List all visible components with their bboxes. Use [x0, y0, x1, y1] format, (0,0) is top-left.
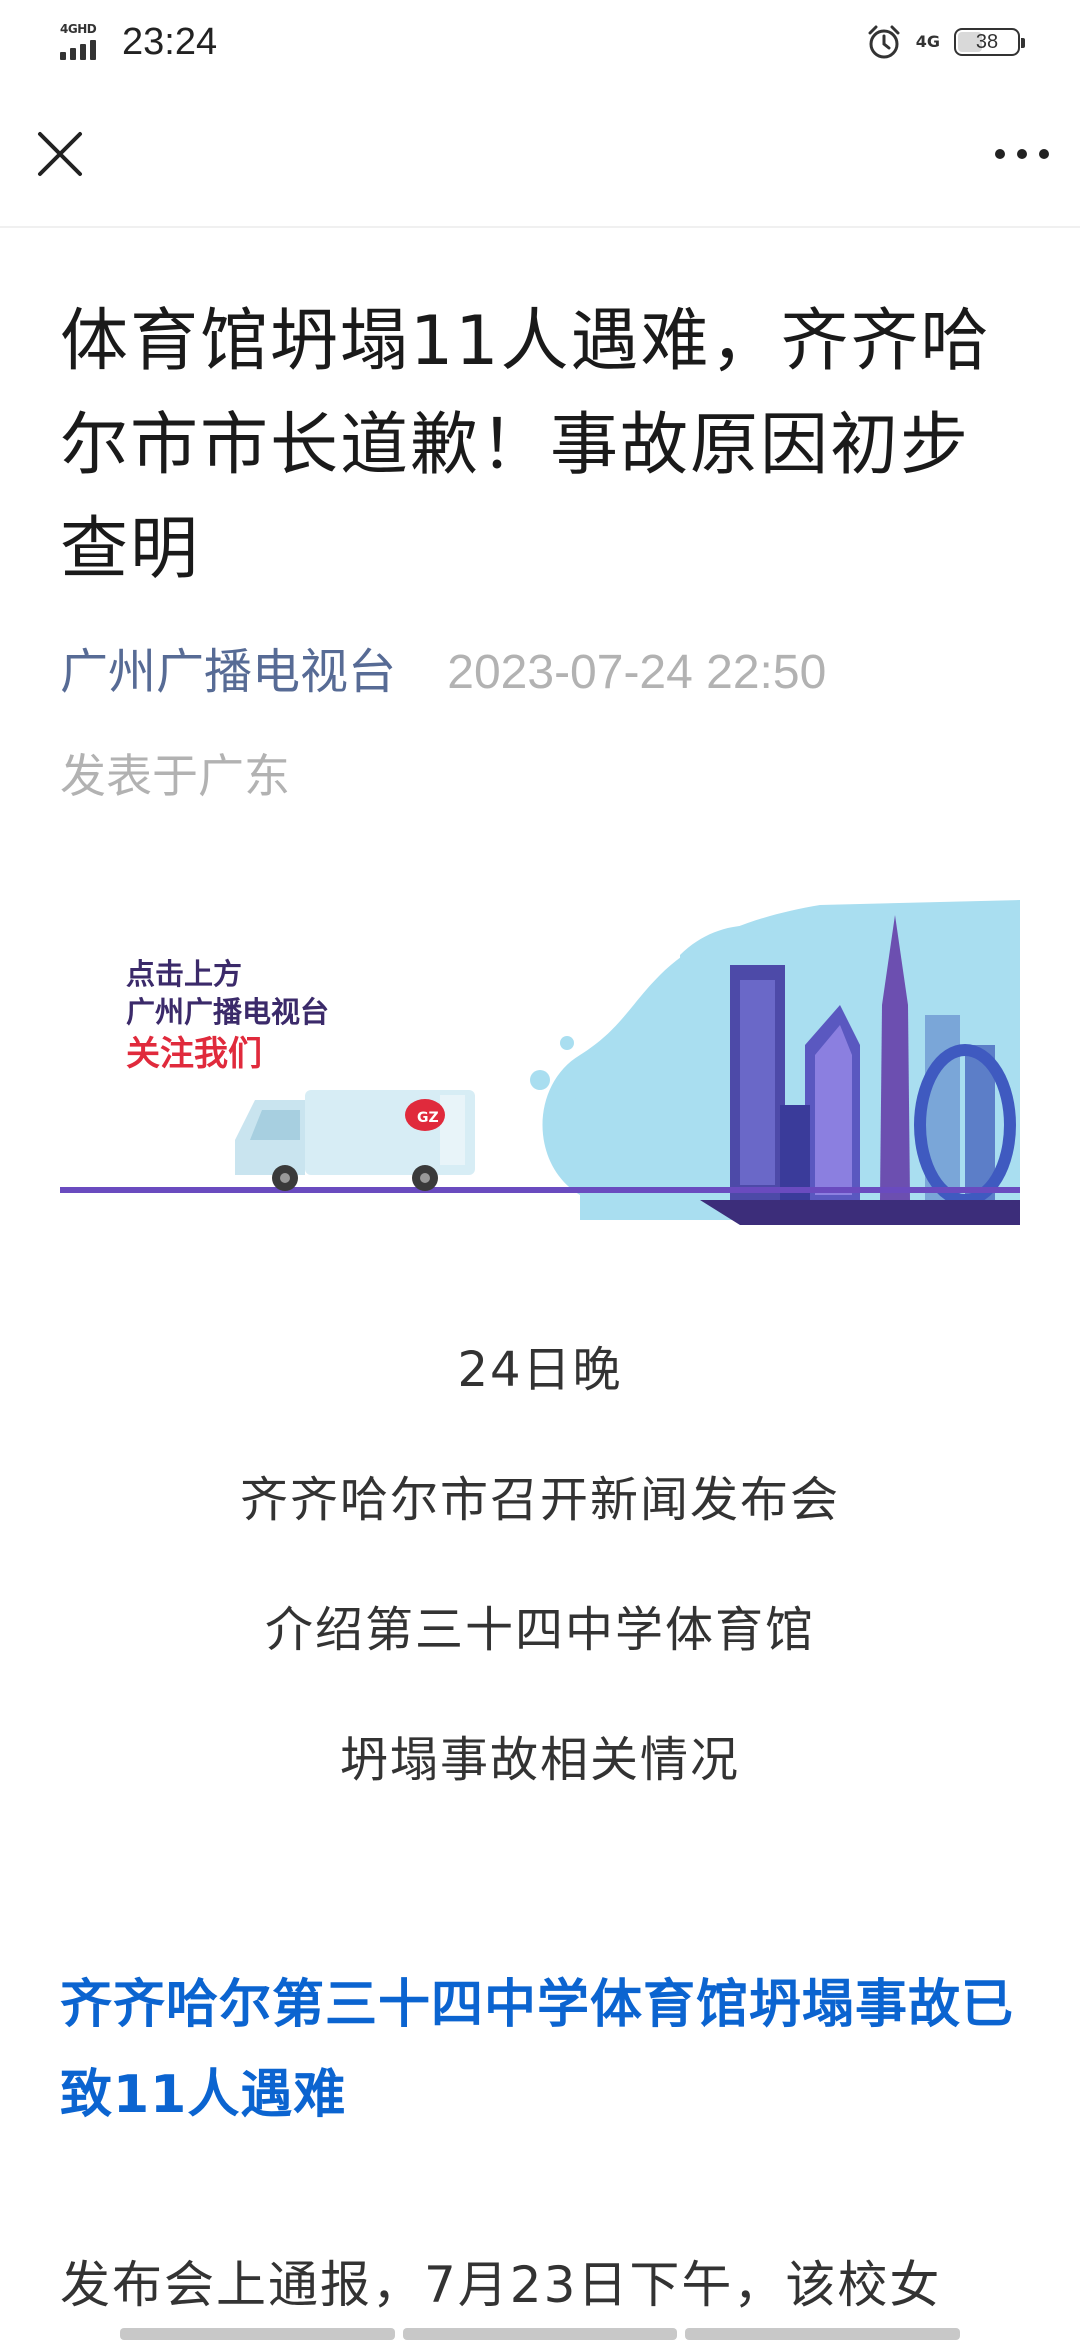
section-heading: 齐齐哈尔第三十四中学体育馆坍塌事故已致11人遇难	[60, 1975, 1015, 2125]
banner-line-2: 广州广播电视台	[126, 995, 330, 1029]
network-label: 4GHD	[60, 22, 97, 36]
nav-bar	[0, 84, 1080, 228]
signal-icon: 4GHD	[60, 22, 108, 62]
banner-line-1: 点击上方	[126, 957, 243, 991]
signal-bars	[60, 40, 96, 60]
publish-location: 发表于广东	[60, 749, 290, 803]
image-strip-peek	[120, 2328, 961, 2340]
status-bar: 4GHD 23:24 4G 38	[0, 0, 1080, 84]
intro-text: 24日晚 齐齐哈尔市召开新闻发布会 介绍第三十四中学体育馆 坍塌事故相关情况	[0, 1330, 1080, 1850]
battery-icon: 38	[954, 28, 1025, 56]
status-right: 4G 38	[866, 24, 1025, 60]
body-paragraph: 发布会上通报，7月23日下午，该校女	[60, 2256, 942, 2314]
follow-banner[interactable]: GZ 点击上方 广州广播电视台 关注我们	[60, 895, 1020, 1235]
intro-line: 介绍第三十四中学体育馆	[264, 1602, 815, 1658]
alarm-icon	[868, 25, 900, 59]
clock-time: 23:24	[122, 20, 218, 63]
close-button[interactable]	[30, 124, 90, 184]
banner-line-3: 关注我们	[126, 1034, 262, 1074]
banner-text: 点击上方 广州广播电视台 关注我们	[126, 955, 329, 1077]
intro-line: 24日晚	[457, 1342, 623, 1398]
intro-line: 坍塌事故相关情况	[339, 1732, 740, 1788]
article-title: 体育馆坍塌11人遇难，齐齐哈尔市市长道歉！事故原因初步查明	[60, 302, 991, 589]
status-left: 4GHD 23:24	[60, 21, 217, 64]
battery-level: 38	[975, 30, 999, 53]
publish-date: 2023-07-24 22:50	[447, 646, 827, 699]
source-link[interactable]: 广州广播电视台	[60, 644, 396, 700]
article-meta: 广州广播电视台 2023-07-24 22:50	[60, 640, 1020, 705]
network-4g-label: 4G	[915, 32, 940, 51]
more-icon	[995, 149, 1049, 159]
intro-line: 齐齐哈尔市召开新闻发布会	[239, 1472, 840, 1528]
more-button[interactable]	[992, 134, 1052, 174]
truck-logo-text: GZ	[417, 1110, 439, 1126]
close-icon	[38, 132, 82, 176]
